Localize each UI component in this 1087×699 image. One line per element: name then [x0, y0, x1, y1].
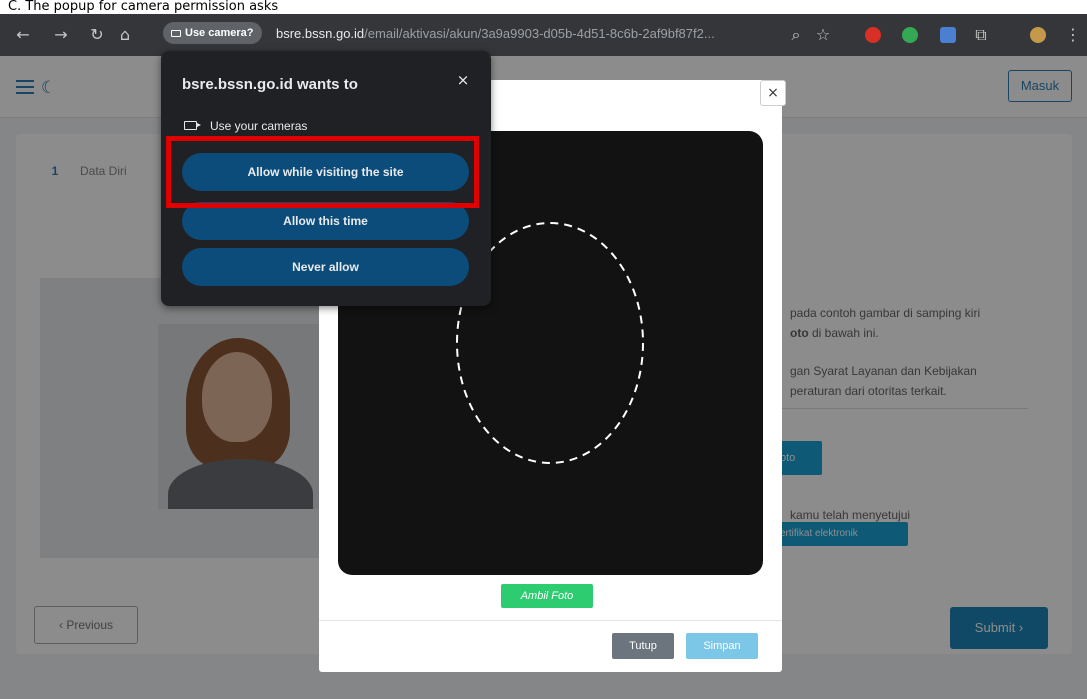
extension-red-icon[interactable]	[865, 27, 881, 43]
close-modal-button[interactable]: Tutup	[612, 633, 674, 659]
highlight-box	[166, 136, 479, 208]
extension-translate-icon[interactable]	[940, 27, 956, 43]
never-allow-button[interactable]: Never allow	[182, 248, 469, 286]
back-icon[interactable]: ←	[12, 24, 34, 46]
extensions-puzzle-icon[interactable]: ⧉	[970, 24, 992, 46]
video-camera-icon	[184, 121, 201, 130]
modal-footer-divider	[319, 620, 782, 621]
capture-photo-button[interactable]: Ambil Foto	[501, 584, 593, 608]
instruction-banner: C. The popup for camera permission asks	[0, 0, 1087, 14]
popup-title: bsre.bssn.go.id wants to	[182, 76, 358, 93]
zoom-icon[interactable]: ⌕	[785, 24, 807, 46]
camera-permission-chip[interactable]: Use camera?	[163, 22, 262, 44]
reload-icon[interactable]: ↻	[86, 24, 108, 46]
forward-icon[interactable]: →	[50, 24, 72, 46]
camera-icon	[171, 30, 181, 37]
browser-toolbar: ← → ↻ ⌂ Use camera? bsre.bssn.go.id/emai…	[0, 14, 1087, 56]
popup-close-icon[interactable]: ×	[455, 72, 471, 88]
home-icon[interactable]: ⌂	[114, 24, 136, 46]
instruction-text: C. The popup for camera permission asks	[8, 0, 279, 14]
extension-green-icon[interactable]	[902, 27, 918, 43]
profile-avatar[interactable]	[1030, 27, 1046, 43]
bookmark-star-icon[interactable]: ☆	[812, 24, 834, 46]
address-bar[interactable]: bsre.bssn.go.id/email/aktivasi/akun/3a9a…	[276, 26, 715, 41]
permission-label: Use your cameras	[210, 119, 308, 133]
save-button[interactable]: Simpan	[686, 633, 758, 659]
modal-close-button[interactable]: ×	[760, 80, 786, 106]
menu-kebab-icon[interactable]: ⋮	[1062, 24, 1084, 46]
